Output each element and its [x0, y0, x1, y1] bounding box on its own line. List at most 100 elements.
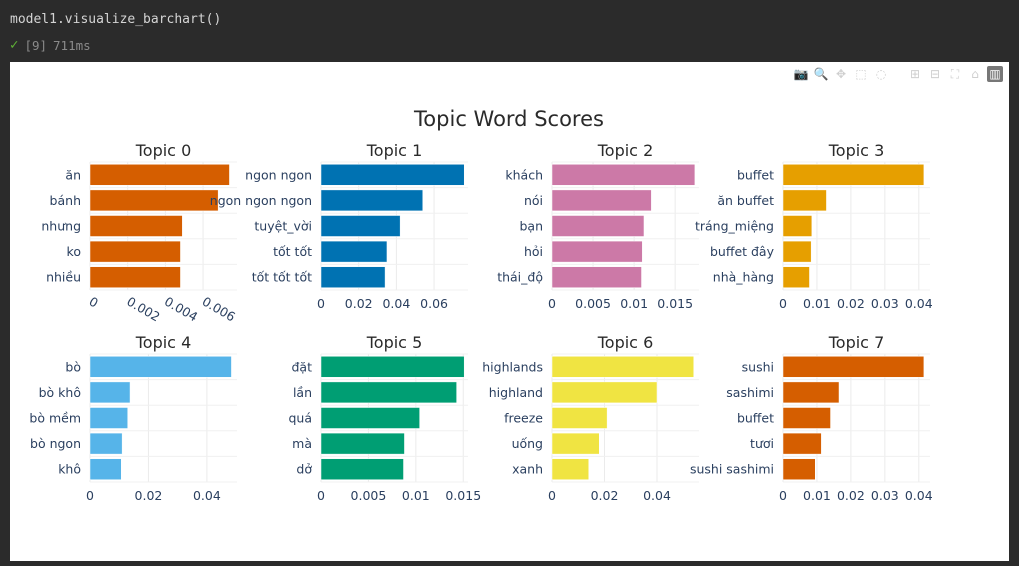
category-label: bò mềm — [29, 411, 81, 426]
x-tick-label: 0 — [779, 488, 787, 503]
bar[interactable] — [89, 189, 219, 212]
bar[interactable] — [782, 189, 827, 212]
box-select-icon[interactable]: ⬚ — [853, 66, 869, 82]
bar[interactable] — [89, 381, 131, 404]
bar[interactable] — [782, 381, 840, 404]
bar[interactable] — [89, 164, 230, 186]
zoom-icon[interactable]: 🔍 — [813, 66, 829, 82]
x-tick-label: 0.01 — [803, 488, 831, 503]
bar[interactable] — [782, 356, 925, 378]
category-label: hỏi — [524, 244, 543, 259]
category-label: nhưng — [41, 219, 81, 234]
bar[interactable] — [551, 381, 658, 404]
bar[interactable] — [551, 240, 643, 263]
zoom-out-icon[interactable]: ⊟ — [927, 66, 943, 82]
checkmark-icon: ✓ — [10, 37, 19, 53]
bar[interactable] — [551, 266, 642, 288]
bar[interactable] — [320, 215, 401, 237]
category-label: highland — [489, 385, 543, 400]
category-label: tuyệt_vời — [254, 219, 312, 234]
bar[interactable] — [551, 189, 652, 212]
x-tick-label: 0.02 — [135, 488, 163, 503]
category-label: xanh — [512, 462, 543, 477]
bar[interactable] — [89, 356, 232, 378]
subplot-title: Topic 0 — [135, 141, 192, 160]
category-label: bò — [65, 359, 81, 374]
camera-icon[interactable]: 📷 — [793, 66, 809, 82]
x-tick-label: 0.01 — [803, 296, 831, 311]
bar[interactable] — [551, 407, 608, 429]
x-tick-label: 0 — [317, 488, 325, 503]
bar[interactable] — [320, 356, 465, 378]
subplot-title: Topic 4 — [135, 333, 192, 352]
autoscale-icon[interactable]: ⛶ — [947, 66, 963, 82]
bar[interactable] — [320, 432, 405, 455]
bar[interactable] — [551, 458, 589, 480]
bar[interactable] — [89, 240, 181, 263]
bar[interactable] — [89, 458, 122, 480]
bar[interactable] — [551, 432, 600, 455]
bar[interactable] — [551, 356, 694, 378]
bar[interactable] — [89, 432, 123, 455]
bar[interactable] — [782, 458, 816, 480]
lasso-icon[interactable]: ◌ — [873, 66, 889, 82]
x-tick-label: 0.005 — [351, 488, 387, 503]
x-tick-label: 0.004 — [162, 294, 201, 325]
x-tick-label: 0 — [548, 296, 556, 311]
bar[interactable] — [320, 407, 420, 429]
x-tick-label: 0.04 — [905, 488, 933, 503]
home-icon[interactable]: ⌂ — [967, 66, 983, 82]
x-tick-label: 0.04 — [193, 488, 221, 503]
x-tick-label: 0.01 — [402, 488, 430, 503]
zoom-in-icon[interactable]: ⊞ — [907, 66, 923, 82]
x-tick-label: 0.005 — [575, 296, 611, 311]
category-label: lần — [293, 385, 312, 400]
bar[interactable] — [89, 407, 128, 429]
x-tick-label: 0.006 — [200, 294, 239, 325]
bar[interactable] — [782, 215, 813, 237]
category-label: ngon ngon ngon — [210, 193, 312, 208]
category-label: bò khô — [39, 385, 81, 400]
category-label: buffet — [737, 411, 774, 426]
bar[interactable] — [320, 164, 465, 186]
subplot-6: Topic 6 highlands highland freeze uống xanh 0 0… — [482, 333, 699, 503]
category-label: tươi — [750, 436, 774, 451]
x-tick-label: 0.015 — [445, 488, 481, 503]
bar[interactable] — [782, 164, 925, 186]
pan-icon[interactable]: ✥ — [833, 66, 849, 82]
bar[interactable] — [320, 189, 424, 212]
code-line[interactable]: model1.visualize_barchart() — [10, 12, 221, 27]
bar[interactable] — [89, 215, 183, 237]
bar[interactable] — [782, 266, 810, 288]
x-tick-label: 0.04 — [643, 488, 671, 503]
x-tick-label: 0.02 — [837, 296, 865, 311]
bar[interactable] — [320, 381, 457, 404]
chart-title: Topic Word Scores — [413, 107, 604, 131]
category-label: buffet — [737, 167, 774, 182]
topic-word-scores-chart: Topic Word Scores Topic 0 ăn bánh nhưng ko nh… — [29, 107, 933, 503]
bar[interactable] — [551, 164, 696, 186]
bar[interactable] — [320, 458, 404, 480]
subplot-7: Topic 7 sushi sashimi buffet tươi sushi sashi… — [690, 333, 933, 503]
subplot-0: Topic 0 ăn bánh nhưng ko nhiều 0 0.002 0.004 0.00… — [41, 141, 238, 325]
subplot-4: Topic 4 bò bò khô bò mềm bò ngon khô 0 0.02 0.04 — [29, 333, 237, 503]
bar[interactable] — [782, 407, 831, 429]
bar[interactable] — [320, 266, 386, 288]
category-label: bánh — [50, 193, 81, 208]
subplot-title: Topic 7 — [828, 333, 885, 352]
bar[interactable] — [320, 240, 388, 263]
bar[interactable] — [89, 266, 181, 288]
category-label: tốt tốt — [273, 244, 312, 259]
category-label: sushi — [742, 359, 774, 374]
category-label: ăn buffet — [717, 193, 774, 208]
x-tick-label: 0.03 — [871, 296, 899, 311]
category-label: tốt tốt tốt — [252, 270, 312, 285]
bar[interactable] — [551, 215, 645, 237]
x-tick-label: 0 — [779, 296, 787, 311]
x-tick-label: 0 — [87, 294, 101, 311]
plot-output: 📷 🔍 ✥ ⬚ ◌ ⊞ ⊟ ⛶ ⌂ ▥ Topic Word Scores Topic 0 ăn bá… — [10, 62, 1009, 561]
bar[interactable] — [782, 240, 812, 263]
subplot-title: Topic 2 — [597, 141, 654, 160]
bar[interactable] — [782, 432, 822, 455]
plotly-logo-icon[interactable]: ▥ — [987, 66, 1003, 82]
